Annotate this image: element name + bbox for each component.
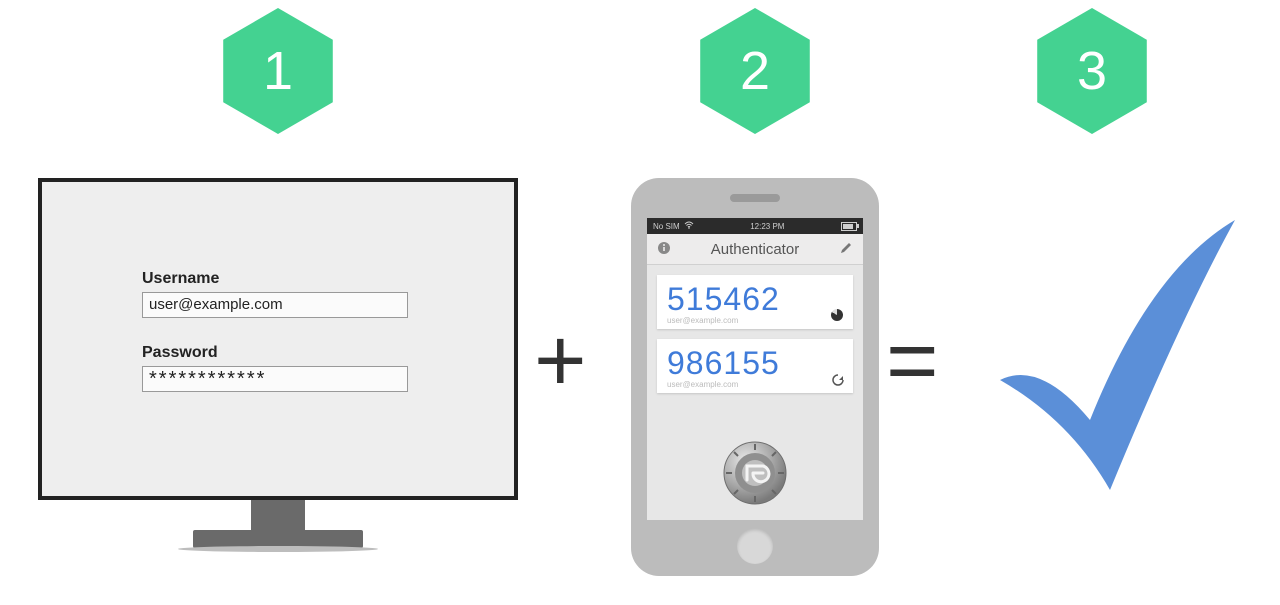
wifi-icon (684, 221, 694, 231)
step-badge-1: 1 (223, 8, 333, 134)
otp-code-card[interactable]: 515462 user@example.com (657, 275, 853, 329)
two-factor-auth-diagram: 1 2 3 Username user@example.com Password… (0, 0, 1280, 605)
app-header: Authenticator (647, 234, 863, 265)
statusbar-time: 12:23 PM (750, 222, 784, 231)
plus-operator: + (534, 310, 587, 413)
otp-code-value: 515462 (667, 281, 843, 318)
monitor-neck (251, 500, 305, 530)
desktop-monitor: Username user@example.com Password *****… (38, 178, 518, 552)
info-icon[interactable] (657, 241, 671, 258)
refresh-icon[interactable] (831, 373, 845, 387)
login-form: Username user@example.com Password *****… (142, 270, 412, 418)
step-number-3: 3 (1077, 40, 1107, 102)
success-checkmark-icon (980, 210, 1250, 500)
step-number-2: 2 (740, 40, 770, 102)
username-input[interactable]: user@example.com (142, 292, 408, 318)
step-number-1: 1 (263, 40, 293, 102)
equals-operator: = (886, 310, 939, 413)
statusbar-carrier: No SIM (653, 222, 680, 231)
password-label: Password (142, 344, 412, 362)
phone-statusbar: No SIM 12:23 PM (647, 218, 863, 234)
step-badge-2: 2 (700, 8, 810, 134)
edit-icon[interactable] (839, 241, 853, 258)
password-input[interactable]: ************ (142, 366, 408, 392)
phone-screen: No SIM 12:23 PM Authenticator (647, 218, 863, 520)
otp-code-card[interactable]: 986155 user@example.com (657, 339, 853, 393)
monitor-shadow (178, 546, 378, 552)
battery-icon (841, 222, 857, 231)
phone-home-button[interactable] (737, 528, 773, 564)
otp-code-value: 986155 (667, 345, 843, 382)
smartphone: No SIM 12:23 PM Authenticator (631, 178, 879, 576)
monitor-screen: Username user@example.com Password *****… (38, 178, 518, 500)
step-badge-3: 3 (1037, 8, 1147, 134)
app-title: Authenticator (671, 241, 839, 258)
authenticator-logo-icon (722, 440, 788, 506)
timer-pie-icon (831, 309, 845, 323)
phone-speaker (730, 194, 780, 202)
username-label: Username (142, 270, 412, 288)
